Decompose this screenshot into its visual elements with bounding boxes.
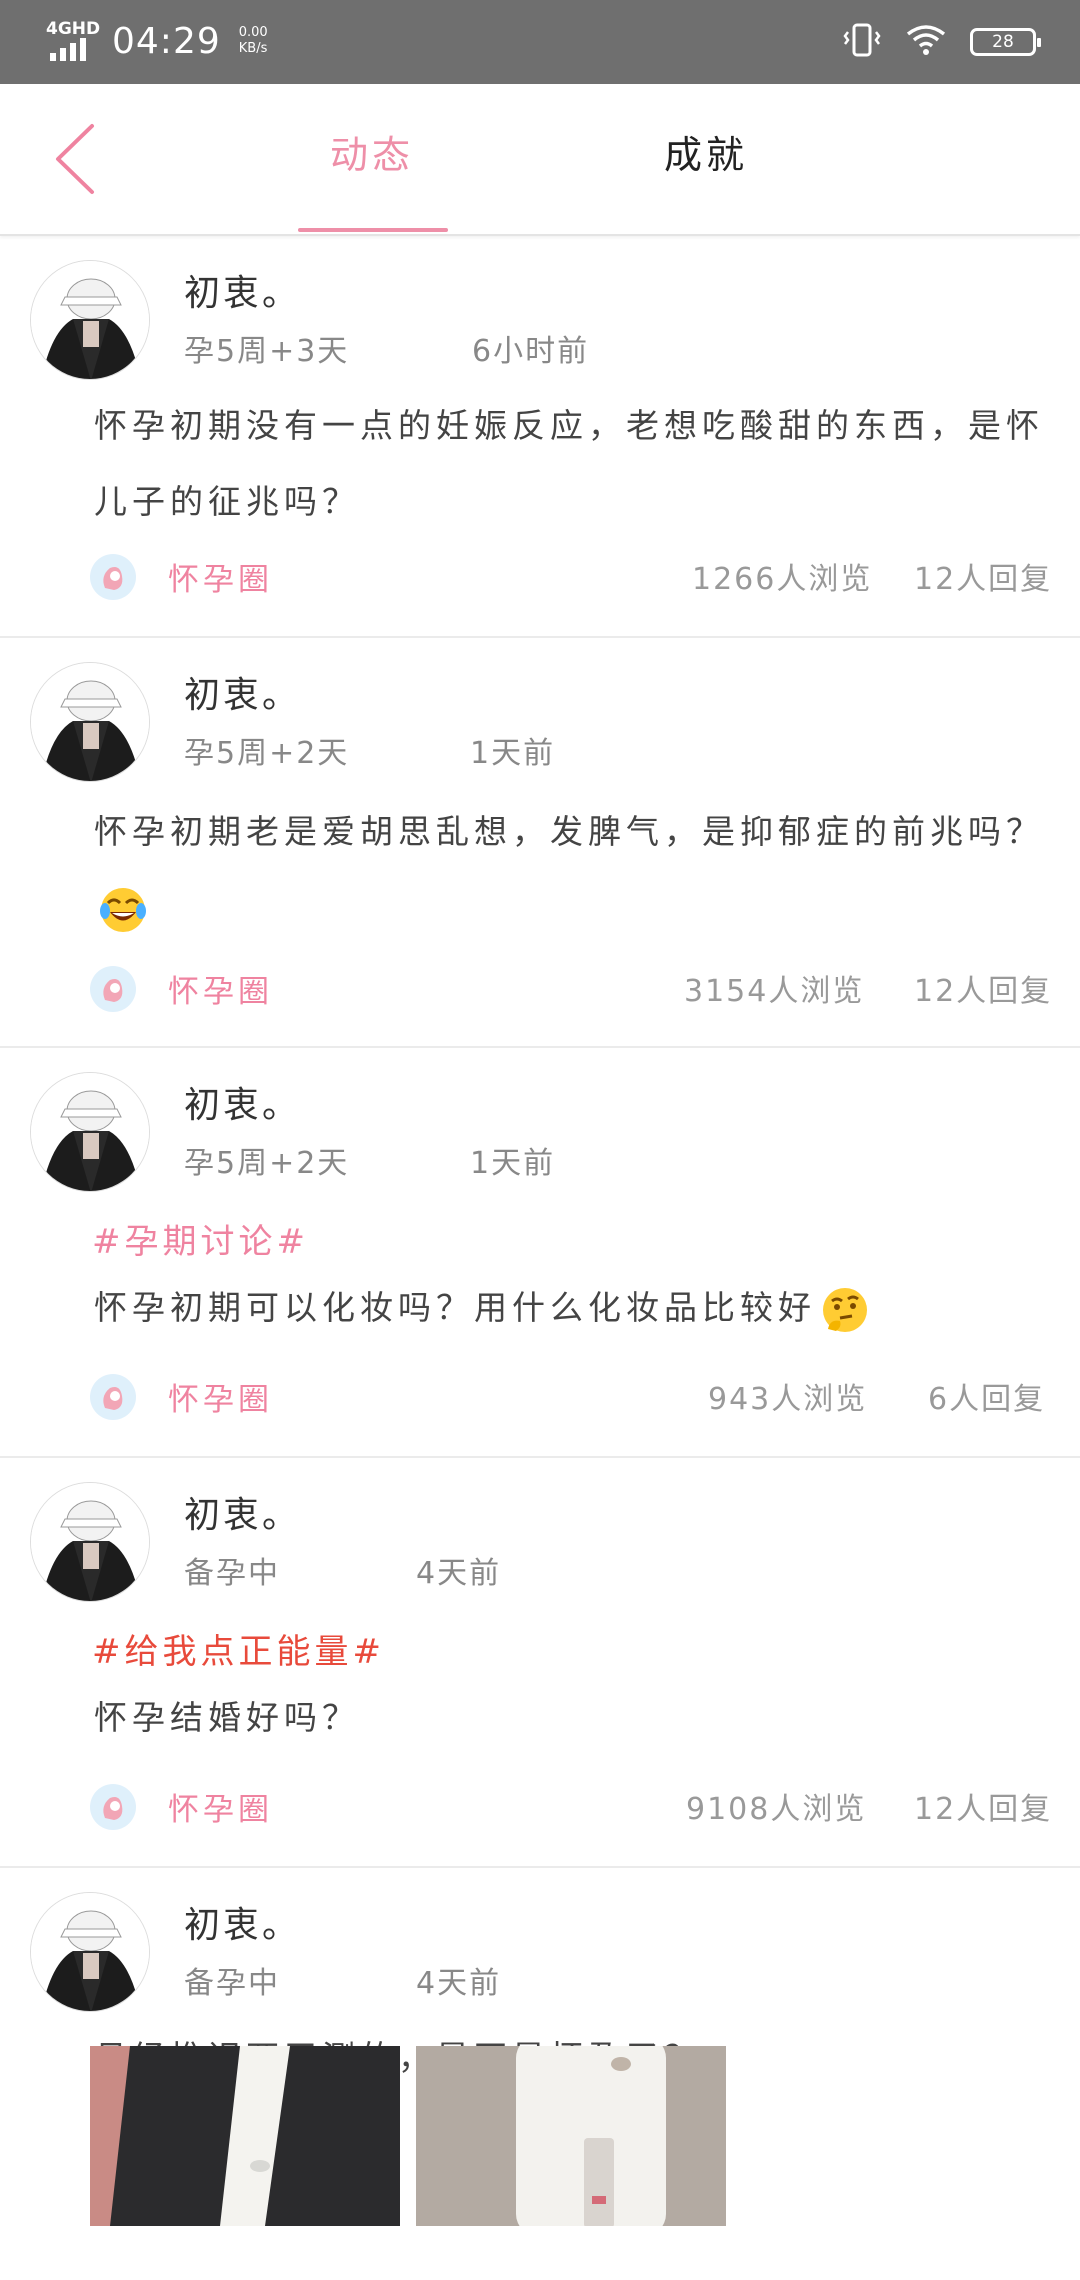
circle-link[interactable]: 怀孕圈	[168, 554, 273, 599]
username[interactable]: 初衷。	[184, 666, 301, 718]
pregnancy-stage: 孕5周+2天	[184, 1146, 350, 1181]
view-count: 3154人浏览	[684, 974, 865, 1009]
topic-tag[interactable]: #给我点正能量#	[92, 1624, 385, 1673]
avatar[interactable]	[30, 260, 150, 380]
battery-icon: 28	[970, 28, 1041, 56]
reply-count: 12人回复	[914, 974, 1053, 1009]
clock: 04:29	[112, 20, 221, 62]
view-count: 943人浏览	[708, 1382, 868, 1417]
post-footer: 怀孕圈 3154人浏览 12人回复	[0, 966, 1080, 1026]
post-time: 6小时前	[472, 334, 590, 369]
post-content[interactable]: 怀孕初期老是爱胡思乱想，发脾气，是抑郁症的前兆吗？	[94, 794, 1058, 946]
chevron-left-icon	[56, 124, 94, 194]
vibrate-icon	[842, 22, 882, 62]
post-photo[interactable]	[90, 2046, 400, 2226]
post-content[interactable]: 怀孕初期没有一点的妊娠反应，老想吃酸甜的东西，是怀儿子的征兆吗？	[94, 388, 1058, 540]
tab-achievements[interactable]: 成就	[664, 124, 748, 179]
status-bar: 4GHD 04:29 0.00 KB/s 28	[0, 0, 1080, 84]
pregnancy-stage: 备孕中	[184, 1966, 280, 2001]
username[interactable]: 初衷。	[184, 264, 301, 316]
post-content[interactable]: 怀孕初期可以化妆吗？用什么化妆品比较好	[94, 1270, 1058, 1346]
username[interactable]: 初衷。	[184, 1896, 301, 1948]
post-card[interactable]: 初衷。 备孕中 4天前 #给我点正能量# 怀孕结婚好吗？ 怀孕圈 9108人浏览…	[0, 1458, 1080, 1868]
post-text: 怀孕初期可以化妆吗？用什么化妆品比较好	[94, 1288, 816, 1327]
post-photos	[90, 2046, 726, 2226]
username[interactable]: 初衷。	[184, 1486, 301, 1538]
view-count: 1266人浏览	[692, 562, 873, 597]
circle-icon	[90, 966, 136, 1012]
post-content[interactable]: 怀孕结婚好吗？	[94, 1680, 1058, 1756]
circle-link[interactable]: 怀孕圈	[168, 1374, 273, 1419]
post-time: 1天前	[470, 736, 556, 771]
post-footer: 怀孕圈 1266人浏览 12人回复	[0, 554, 1080, 614]
battery-level: 28	[992, 32, 1014, 52]
post-time: 4天前	[416, 1966, 502, 2001]
post-card[interactable]: 初衷。 孕5周+2天 1天前 #孕期讨论# 怀孕初期可以化妆吗？用什么化妆品比较…	[0, 1048, 1080, 1458]
top-nav: 动态 成就	[0, 84, 1080, 236]
pregnancy-stage: 备孕中	[184, 1556, 280, 1591]
signal-icon: 4GHD	[46, 19, 101, 63]
post-time: 4天前	[416, 1556, 502, 1591]
network-speed: 0.00 KB/s	[238, 25, 268, 56]
post-footer: 怀孕圈 943人浏览 6人回复	[0, 1374, 1080, 1434]
post-feed: 初衷。 孕5周+3天 6小时前 怀孕初期没有一点的妊娠反应，老想吃酸甜的东西，是…	[0, 236, 1080, 2272]
post-text: 怀孕初期老是爱胡思乱想，发脾气，是抑郁症的前兆吗？	[94, 812, 1044, 851]
avatar[interactable]	[30, 1482, 150, 1602]
status-left: 4GHD 04:29 0.00 KB/s	[46, 16, 268, 66]
back-button[interactable]	[40, 114, 110, 204]
avatar[interactable]	[30, 1072, 150, 1192]
circle-link[interactable]: 怀孕圈	[168, 1784, 273, 1829]
view-count: 9108人浏览	[686, 1792, 867, 1827]
post-footer: 怀孕圈 9108人浏览 12人回复	[0, 1784, 1080, 1844]
circle-icon	[90, 1784, 136, 1830]
pregnancy-stage: 孕5周+3天	[184, 334, 350, 369]
thinking-emoji-icon	[820, 1285, 870, 1335]
circle-icon	[90, 1374, 136, 1420]
active-tab-indicator	[298, 228, 448, 232]
laughing-tears-emoji-icon	[98, 885, 148, 935]
wifi-icon	[906, 24, 946, 60]
reply-count: 6人回复	[928, 1382, 1046, 1417]
network-type: 4GHD	[46, 19, 101, 39]
post-card[interactable]: 初衷。 孕5周+3天 6小时前 怀孕初期没有一点的妊娠反应，老想吃酸甜的东西，是…	[0, 236, 1080, 638]
post-card[interactable]: 初衷。 孕5周+2天 1天前 怀孕初期老是爱胡思乱想，发脾气，是抑郁症的前兆吗？…	[0, 638, 1080, 1048]
post-time: 1天前	[470, 1146, 556, 1181]
reply-count: 12人回复	[914, 562, 1053, 597]
tab-dynamic[interactable]: 动态	[330, 124, 414, 179]
circle-link[interactable]: 怀孕圈	[168, 966, 273, 1011]
avatar[interactable]	[30, 662, 150, 782]
topic-tag[interactable]: #孕期讨论#	[92, 1214, 309, 1263]
reply-count: 12人回复	[914, 1792, 1053, 1827]
avatar[interactable]	[30, 1892, 150, 2012]
status-right: 28	[842, 18, 1041, 66]
pregnancy-stage: 孕5周+2天	[184, 736, 350, 771]
circle-icon	[90, 554, 136, 600]
post-photo[interactable]	[416, 2046, 726, 2226]
username[interactable]: 初衷。	[184, 1076, 301, 1128]
post-card[interactable]: 初衷。 备孕中 4天前 月经推迟两天测的，是不是怀孕了？	[0, 1868, 1080, 2272]
